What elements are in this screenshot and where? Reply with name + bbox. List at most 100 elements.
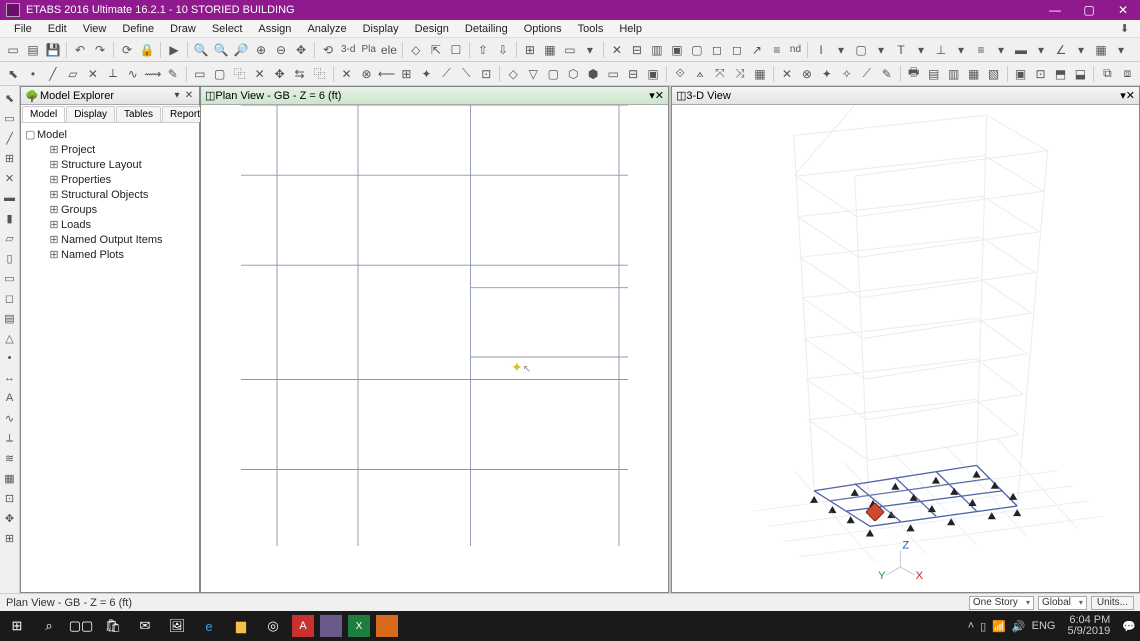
grid-icon[interactable]: ▦ <box>1092 41 1110 59</box>
menu-view[interactable]: View <box>75 23 115 35</box>
tendon-icon[interactable]: ∿ <box>124 65 142 83</box>
move-icon[interactable]: ✥ <box>271 65 289 83</box>
report1-icon[interactable]: ▤ <box>925 65 943 83</box>
tool-l-icon[interactable]: ⬡ <box>564 65 582 83</box>
tool-i-icon[interactable]: ◇ <box>504 65 522 83</box>
dropdown5-icon[interactable]: ▾ <box>952 41 970 59</box>
mail-icon[interactable]: ✉ <box>132 613 158 639</box>
tag-icon[interactable]: ◻ <box>728 41 746 59</box>
opening-tool-icon[interactable]: ◻ <box>2 290 18 306</box>
tool-q-icon[interactable]: ⟐ <box>671 65 689 83</box>
export1-icon[interactable]: ▣ <box>1012 65 1030 83</box>
link-tool-icon[interactable]: ⟂ <box>2 430 18 446</box>
wifi-icon[interactable]: 📶 <box>992 620 1006 633</box>
angle-icon[interactable]: ∠ <box>1052 41 1070 59</box>
tree-root[interactable]: ▢Model <box>25 127 195 142</box>
pan-icon[interactable]: ✥ <box>292 41 310 59</box>
search-icon[interactable]: ⌕ <box>36 613 62 639</box>
redo-icon[interactable]: ↷ <box>91 41 109 59</box>
align2-icon[interactable]: ▦ <box>541 41 559 59</box>
maximize-button[interactable]: ▢ <box>1072 0 1106 20</box>
frame-tool-icon[interactable]: ⊞ <box>2 150 18 166</box>
menu-options[interactable]: Options <box>516 23 570 35</box>
joint-tool-icon[interactable]: • <box>2 350 18 366</box>
perspective-icon[interactable]: ◇ <box>407 41 425 59</box>
slab-tool-icon[interactable]: ▭ <box>2 270 18 286</box>
brace-icon[interactable]: ✕ <box>84 65 102 83</box>
arrow-icon[interactable]: ↗ <box>748 41 766 59</box>
delete-icon[interactable]: ✕ <box>251 65 269 83</box>
zoom-extents-icon[interactable]: 🔍 <box>212 41 230 59</box>
tree-item-groups[interactable]: ⊞Groups <box>25 202 195 217</box>
plan-view-titlebar[interactable]: ◫ Plan View - GB - Z = 6 (ft) ▾ ✕ <box>201 87 668 105</box>
three-d-view-titlebar[interactable]: ◫ 3-D View ▾ ✕ <box>672 87 1139 105</box>
align-icon[interactable]: ⊞ <box>521 41 539 59</box>
arrow-tool-icon[interactable]: ⬉ <box>2 90 18 106</box>
tool-k-icon[interactable]: ▢ <box>544 65 562 83</box>
tree-item-project[interactable]: ⊞Project <box>25 142 195 157</box>
system-tray[interactable]: ˄ ▯ 📶 🔊 ENG 6:04 PM 5/9/2019 💬 <box>968 615 1136 637</box>
download-icon[interactable]: ⬇ <box>1120 22 1134 36</box>
tool-j-icon[interactable]: ▽ <box>524 65 542 83</box>
close-button[interactable]: ✕ <box>1106 0 1140 20</box>
three-d-view-canvas[interactable]: Z X Y <box>672 105 1139 592</box>
panel-close-icon[interactable]: ✕ <box>1126 89 1135 102</box>
reshape-tool-icon[interactable]: ▭ <box>2 110 18 126</box>
report4-icon[interactable]: ▧ <box>985 65 1003 83</box>
edit-icon[interactable]: ✎ <box>164 65 182 83</box>
x-icon[interactable]: ✕ <box>608 41 626 59</box>
undo-icon[interactable]: ↶ <box>71 41 89 59</box>
refresh-icon[interactable]: ⟳ <box>118 41 136 59</box>
select-all-icon[interactable]: ▭ <box>191 65 209 83</box>
dimension-tool-icon[interactable]: ↔ <box>2 370 18 386</box>
tree-item-named-plots[interactable]: ⊞Named Plots <box>25 247 195 262</box>
snap-tool-icon[interactable]: ✥ <box>2 510 18 526</box>
store-icon[interactable]: 🛍 <box>100 613 126 639</box>
copy-icon[interactable]: ⿻ <box>231 65 249 83</box>
threed-label[interactable]: 3-d <box>339 44 357 55</box>
dropdown8-icon[interactable]: ▾ <box>1072 41 1090 59</box>
pla-label[interactable]: Pla <box>359 44 377 55</box>
tool-s-icon[interactable]: ⤧ <box>711 65 729 83</box>
elevation-icon[interactable]: ele <box>380 41 398 59</box>
tray-chevron-icon[interactable]: ˄ <box>968 620 974 632</box>
tree-item-named-output[interactable]: ⊞Named Output Items <box>25 232 195 247</box>
object-icon[interactable]: ☐ <box>447 41 465 59</box>
bar-icon[interactable]: ⊟ <box>628 41 646 59</box>
model-tree[interactable]: ▢Model ⊞Project ⊞Structure Layout ⊞Prope… <box>21 123 199 592</box>
tree-item-structural-objects[interactable]: ⊞Structural Objects <box>25 187 195 202</box>
replicate-icon[interactable]: ⿻ <box>311 65 329 83</box>
tool-v-icon[interactable]: ✕ <box>778 65 796 83</box>
dropdown7-icon[interactable]: ▾ <box>1032 41 1050 59</box>
tool-y-icon[interactable]: ✧ <box>838 65 856 83</box>
app-icon[interactable] <box>376 615 398 637</box>
pointer-icon[interactable]: ⬉ <box>4 65 22 83</box>
tool-t-icon[interactable]: ⤨ <box>731 65 749 83</box>
new-file-icon[interactable]: ▭ <box>4 41 22 59</box>
spring-tool-icon[interactable]: ≋ <box>2 450 18 466</box>
zoom-out-icon[interactable]: ⊖ <box>272 41 290 59</box>
tool-w-icon[interactable]: ⊗ <box>798 65 816 83</box>
menu-tools[interactable]: Tools <box>570 23 612 35</box>
line-tool-icon[interactable]: ╱ <box>2 130 18 146</box>
tab-model[interactable]: Model <box>22 106 65 122</box>
shrink-icon[interactable]: ⇱ <box>427 41 445 59</box>
menu-define[interactable]: Define <box>114 23 162 35</box>
notifications-icon[interactable]: 💬 <box>1122 620 1136 633</box>
tee-icon[interactable]: T <box>892 41 910 59</box>
cube-icon[interactable]: ▣ <box>668 41 686 59</box>
photos-icon[interactable]: 🖼 <box>164 613 190 639</box>
story-select[interactable]: One Story <box>969 596 1034 610</box>
dropdown6-icon[interactable]: ▾ <box>992 41 1010 59</box>
tool-f-icon[interactable]: ⟋ <box>437 65 455 83</box>
open-file-icon[interactable]: ▤ <box>24 41 42 59</box>
column-icon[interactable]: ⊥ <box>932 41 950 59</box>
group-icon[interactable]: ⧈ <box>1118 65 1136 83</box>
rotate-3d-icon[interactable]: ⟲ <box>319 41 337 59</box>
report2-icon[interactable]: ▥ <box>945 65 963 83</box>
zoom-window-icon[interactable]: 🔍 <box>192 41 210 59</box>
tool-z-icon[interactable]: ⟋ <box>858 65 876 83</box>
beam-tool-icon[interactable]: ▬ <box>2 190 18 206</box>
column-tool-icon[interactable]: ▮ <box>2 210 18 226</box>
tool-e-icon[interactable]: ✦ <box>417 65 435 83</box>
